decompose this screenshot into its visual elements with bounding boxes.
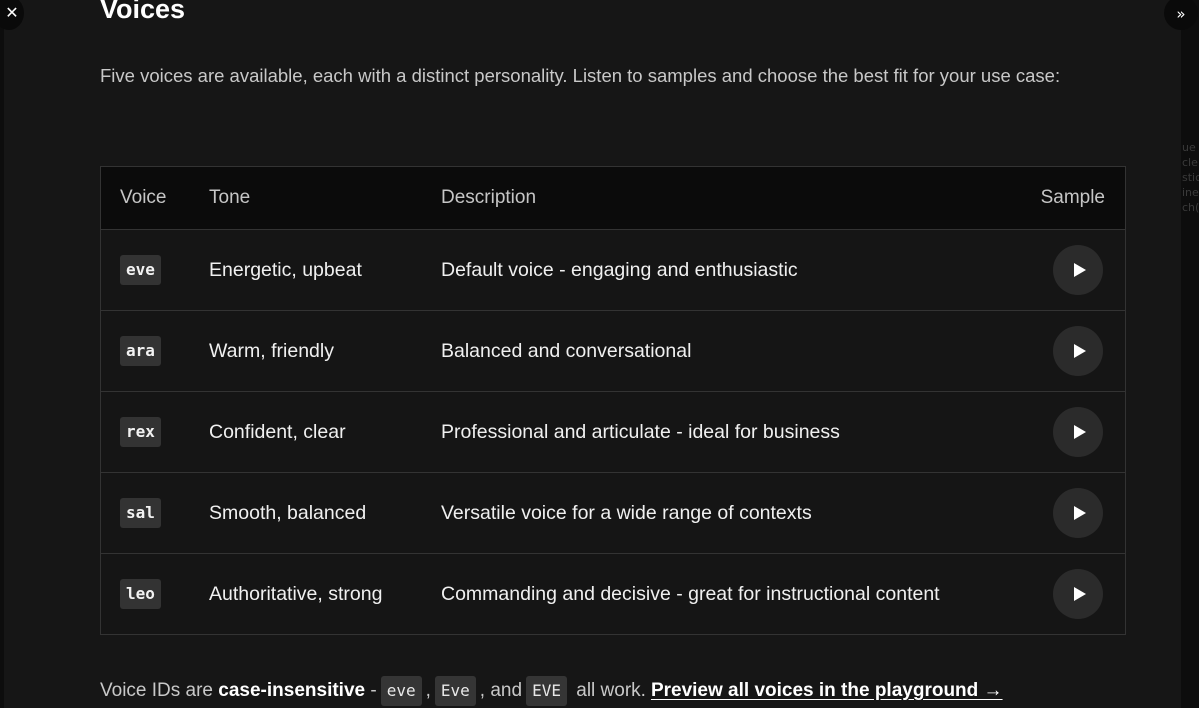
play-sample-button[interactable] xyxy=(1053,245,1103,295)
table-row: ara Warm, friendly Balanced and conversa… xyxy=(101,311,1125,392)
play-sample-button[interactable] xyxy=(1053,326,1103,376)
footer-code-chip: Eve xyxy=(434,676,476,706)
voice-description: Default voice - engaging and enthusiasti… xyxy=(441,258,798,281)
side-panel-line: ue xyxy=(1182,141,1196,154)
play-icon xyxy=(1073,344,1086,358)
footer-code-chip: EVE xyxy=(526,676,567,706)
play-sample-button[interactable] xyxy=(1053,488,1103,538)
footer-code-chip: eve xyxy=(380,676,422,706)
voice-description: Professional and articulate - ideal for … xyxy=(441,420,840,443)
main-content: Voices Five voices are available, each w… xyxy=(4,0,1181,708)
footer-prefix: Voice IDs are xyxy=(100,680,213,701)
footer-suffix: all work. xyxy=(576,680,646,701)
voices-table: Voice Tone Description Sample eve Energe… xyxy=(100,166,1126,635)
table-row: leo Authoritative, strong Commanding and… xyxy=(101,554,1125,634)
play-icon xyxy=(1073,506,1086,520)
voice-tone: Smooth, balanced xyxy=(209,501,367,524)
voice-tone: Energetic, upbeat xyxy=(209,258,362,281)
voice-tone: Authoritative, strong xyxy=(209,582,383,605)
play-icon xyxy=(1073,587,1086,601)
footer-separator: , and xyxy=(479,680,523,701)
side-panel-line: stic xyxy=(1182,171,1199,184)
footer-bold: case-insensitive xyxy=(218,680,366,701)
play-icon xyxy=(1073,263,1086,277)
voice-tone: Warm, friendly xyxy=(209,339,334,362)
side-panel-line: ch( xyxy=(1182,201,1199,214)
voice-description: Commanding and decisive - great for inst… xyxy=(441,582,940,605)
footer-separator: , xyxy=(425,680,431,701)
table-header: Voice Tone Description Sample xyxy=(101,167,1125,230)
page: Voices Five voices are available, each w… xyxy=(0,0,1199,708)
footer-dash: - xyxy=(370,680,377,701)
voice-description: Versatile voice for a wide range of cont… xyxy=(441,501,812,524)
playground-link[interactable]: Preview all voices in the playground → xyxy=(651,680,1003,702)
voice-description: Balanced and conversational xyxy=(441,339,692,362)
voice-id-chip: sal xyxy=(120,498,161,528)
section-title: Voices xyxy=(100,0,186,24)
voice-id-chip: ara xyxy=(120,336,161,366)
section-intro: Five voices are available, each with a d… xyxy=(100,65,1061,86)
voice-tone: Confident, clear xyxy=(209,420,346,443)
play-sample-button[interactable] xyxy=(1053,407,1103,457)
header-sample: Sample xyxy=(1040,187,1105,208)
play-sample-button[interactable] xyxy=(1053,569,1103,619)
side-panel-text: ue cle stic ine ch( xyxy=(1182,140,1199,215)
header-voice: Voice xyxy=(120,187,167,208)
header-tone: Tone xyxy=(209,187,251,208)
side-panel-line: ine xyxy=(1182,186,1199,199)
voice-id-chip: rex xyxy=(120,417,161,447)
voice-id-chip: leo xyxy=(120,579,161,609)
play-icon xyxy=(1073,425,1086,439)
footer-note: Voice IDs are case-insensitive - eve, Ev… xyxy=(100,672,1003,708)
voice-id-chip: eve xyxy=(120,255,161,285)
header-description: Description xyxy=(441,187,537,208)
table-row: eve Energetic, upbeat Default voice - en… xyxy=(101,230,1125,311)
side-panel-edge: ue cle stic ine ch( xyxy=(1181,0,1199,708)
side-panel-line: cle xyxy=(1182,156,1198,169)
table-row: sal Smooth, balanced Versatile voice for… xyxy=(101,473,1125,554)
table-row: rex Confident, clear Professional and ar… xyxy=(101,392,1125,473)
